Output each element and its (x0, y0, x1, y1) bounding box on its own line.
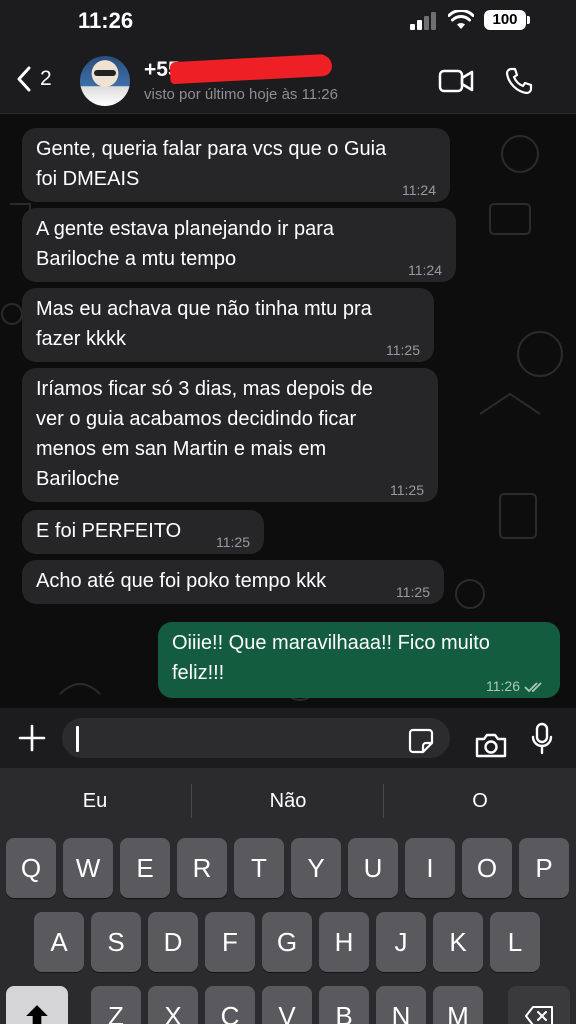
status-bar: 11:26 100 (0, 0, 576, 44)
message-time: 11:25 (396, 584, 430, 600)
read-receipt-double-check-icon (524, 682, 542, 693)
key-o[interactable]: O (462, 838, 512, 898)
wifi-icon (448, 10, 474, 29)
message-bubble-incoming[interactable]: E foi PERFEITO 11:25 (22, 510, 264, 554)
suggestion-divider (191, 784, 192, 818)
on-screen-keyboard: Eu Não O Q W E R T Y U I O P A S D F G H… (0, 768, 576, 1024)
unread-count: 2 (40, 67, 52, 90)
message-text-input[interactable] (62, 718, 450, 758)
key-f[interactable]: F (205, 912, 255, 972)
backspace-icon (525, 1006, 553, 1024)
shift-arrow-icon (26, 1005, 48, 1024)
key-k[interactable]: K (433, 912, 483, 972)
message-text: Bariloche (36, 468, 120, 490)
camera-icon[interactable] (474, 732, 508, 758)
message-bubble-incoming[interactable]: Mas eu achava que não tinha mtu pra faze… (22, 288, 434, 362)
message-text: ver o guia acabamos decidindo ficar (36, 408, 357, 430)
redaction-mark (169, 53, 333, 85)
message-time: 11:25 (386, 342, 420, 358)
key-a[interactable]: A (34, 912, 84, 972)
shift-key[interactable] (6, 986, 68, 1024)
message-text: Mas eu achava que não tinha mtu pra (36, 298, 372, 320)
key-v[interactable]: V (262, 986, 312, 1024)
chevron-left-icon (17, 66, 31, 92)
message-text: Iríamos ficar só 3 dias, mas depois de (36, 378, 373, 400)
message-bubble-outgoing[interactable]: Oiiie!! Que maravilhaaa!! Fico muito fel… (158, 622, 560, 698)
key-n[interactable]: N (376, 986, 426, 1024)
key-u[interactable]: U (348, 838, 398, 898)
key-s[interactable]: S (91, 912, 141, 972)
back-button[interactable]: 2 (16, 66, 52, 92)
key-t[interactable]: T (234, 838, 284, 898)
key-e[interactable]: E (120, 838, 170, 898)
contact-avatar[interactable] (80, 56, 130, 106)
key-h[interactable]: H (319, 912, 369, 972)
message-bubble-incoming[interactable]: Gente, queria falar para vcs que o Guia … (22, 128, 450, 202)
key-g[interactable]: G (262, 912, 312, 972)
cellular-signal-icon (410, 12, 438, 30)
message-input-bar (0, 708, 576, 768)
message-text: Acho até que foi poko tempo kkk (36, 570, 327, 592)
key-c[interactable]: C (205, 986, 255, 1024)
last-seen-status: visto por último hoje às 11:26 (144, 86, 338, 103)
message-bubble-incoming[interactable]: A gente estava planejando ir para Barilo… (22, 208, 456, 282)
message-time: 11:25 (390, 482, 424, 498)
key-q[interactable]: Q (6, 838, 56, 898)
microphone-icon[interactable] (530, 722, 554, 756)
key-m[interactable]: M (433, 986, 483, 1024)
message-bubble-incoming[interactable]: Iríamos ficar só 3 dias, mas depois de v… (22, 368, 438, 502)
plus-icon[interactable] (18, 724, 46, 752)
message-text: Oiiie!! Que maravilhaaa!! Fico muito (172, 632, 490, 654)
key-j[interactable]: J (376, 912, 426, 972)
message-text: Bariloche a mtu tempo (36, 248, 237, 270)
message-time: 11:26 (486, 678, 520, 694)
key-b[interactable]: B (319, 986, 369, 1024)
message-text: menos em san Martin e mais em (36, 438, 327, 460)
key-x[interactable]: X (148, 986, 198, 1024)
message-bubble-incoming[interactable]: Acho até que foi poko tempo kkk 11:25 (22, 560, 444, 604)
suggestion-item[interactable]: O (385, 768, 575, 834)
message-text: Gente, queria falar para vcs que o Guia (36, 138, 387, 160)
key-y[interactable]: Y (291, 838, 341, 898)
suggestion-divider (383, 784, 384, 818)
sticker-icon[interactable] (408, 728, 434, 754)
key-l[interactable]: L (490, 912, 540, 972)
battery-icon: 100 (484, 10, 530, 30)
chat-messages-area[interactable]: Gente, queria falar para vcs que o Guia … (0, 114, 576, 708)
message-time: 11:24 (402, 182, 436, 198)
suggestion-item[interactable]: Eu (0, 768, 190, 834)
video-call-icon[interactable] (438, 68, 474, 94)
chat-header: 2 +55 visto por último hoje às 11:26 (0, 44, 576, 114)
message-text: fazer kkkk (36, 328, 127, 350)
message-time: 11:24 (408, 262, 442, 278)
phone-call-icon[interactable] (504, 66, 534, 96)
key-i[interactable]: I (405, 838, 455, 898)
predictive-text-bar: Eu Não O (0, 768, 576, 834)
suggestion-item[interactable]: Não (193, 768, 383, 834)
message-time: 11:25 (216, 534, 250, 550)
avatar-glasses (94, 70, 116, 76)
message-text: A gente estava planejando ir para (36, 218, 334, 240)
key-w[interactable]: W (63, 838, 113, 898)
key-r[interactable]: R (177, 838, 227, 898)
key-p[interactable]: P (519, 838, 569, 898)
backspace-key[interactable] (508, 986, 570, 1024)
key-z[interactable]: Z (91, 986, 141, 1024)
status-time: 11:26 (78, 8, 134, 33)
key-d[interactable]: D (148, 912, 198, 972)
message-text: foi DMEAIS (36, 168, 140, 190)
text-cursor (76, 726, 79, 752)
